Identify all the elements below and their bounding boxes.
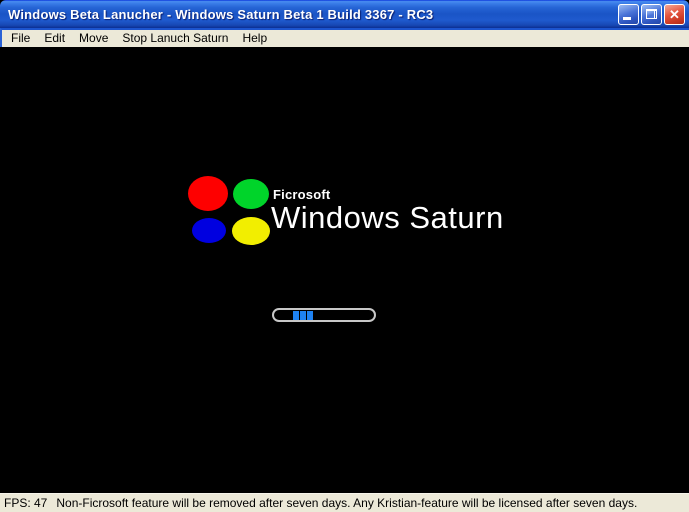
restore-icon	[646, 9, 657, 19]
minimize-icon	[623, 16, 631, 20]
menu-item-stop-lanuch-saturn[interactable]: Stop Lanuch Saturn	[115, 30, 235, 47]
menu-item-file[interactable]: File	[4, 30, 37, 47]
window-controls: ✕	[618, 3, 685, 25]
progress-segment	[300, 310, 306, 320]
logo-orb-red	[188, 176, 228, 211]
logo-orb-green	[233, 179, 269, 209]
close-button[interactable]: ✕	[664, 3, 685, 25]
menubar: File Edit Move Stop Lanuch Saturn Help	[0, 28, 689, 47]
status-message: Non-Ficrosoft feature will be removed af…	[56, 496, 638, 510]
menu-item-move[interactable]: Move	[72, 30, 115, 47]
menu-item-edit[interactable]: Edit	[37, 30, 72, 47]
boot-progress-bar	[272, 308, 376, 322]
app-window: Windows Beta Lanucher - Windows Saturn B…	[0, 0, 689, 512]
splash-screen: Ficrosoft Windows Saturn	[0, 47, 689, 493]
fps-counter: FPS: 47	[4, 496, 48, 510]
product-name: Windows Saturn	[271, 200, 504, 235]
statusbar: FPS: 47 Non-Ficrosoft feature will be re…	[0, 493, 689, 512]
minimize-button[interactable]	[618, 3, 639, 25]
titlebar[interactable]: Windows Beta Lanucher - Windows Saturn B…	[0, 0, 689, 28]
menu-item-help[interactable]: Help	[235, 30, 274, 47]
restore-button[interactable]	[641, 3, 662, 25]
logo-orb-yellow	[232, 217, 270, 245]
close-icon: ✕	[669, 6, 680, 22]
logo-orb-blue	[192, 218, 226, 243]
window-title: Windows Beta Lanucher - Windows Saturn B…	[8, 6, 434, 22]
progress-segment	[293, 310, 299, 320]
progress-segment	[307, 310, 313, 320]
